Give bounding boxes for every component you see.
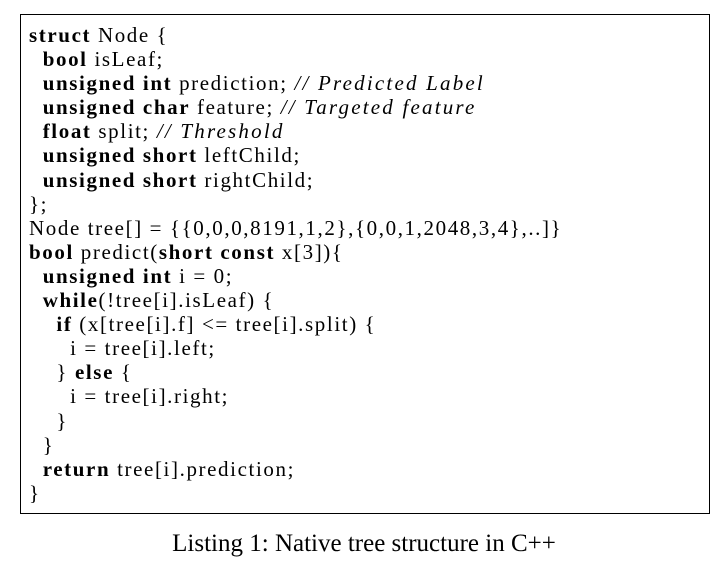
code-text: }	[29, 480, 41, 505]
code-line: i = tree[i].right;	[29, 384, 562, 408]
code-keyword: float	[42, 119, 92, 144]
code-keyword: unsigned short	[42, 143, 198, 168]
code-line: unsigned int prediction; // Predicted La…	[29, 71, 562, 95]
code-keyword: bool	[29, 239, 74, 264]
listing-caption: Listing 1: Native tree structure in C++	[172, 530, 556, 557]
code-text: Node tree[] = {{0,0,0,8191,1,2},{0,0,1,2…	[29, 215, 563, 240]
code-text: }	[29, 432, 55, 457]
code-line: unsigned short leftChild;	[29, 143, 562, 167]
code-keyword: unsigned int	[42, 263, 173, 288]
code-text: };	[29, 191, 49, 216]
code-keyword: return	[42, 456, 111, 481]
code-text: split;	[91, 119, 157, 144]
code-keyword: while	[42, 288, 99, 313]
code-line: if (x[tree[i].f] <= tree[i].split) {	[29, 312, 562, 336]
code-text: feature;	[190, 95, 281, 120]
code-text: Node {	[91, 23, 169, 47]
code-text: }	[29, 360, 75, 385]
code-comment: // Threshold	[156, 119, 285, 144]
code-keyword: unsigned int	[42, 71, 173, 96]
code-line: unsigned char feature; // Targeted featu…	[29, 95, 562, 119]
code-text: (x[tree[i].f] <= tree[i].split) {	[72, 312, 377, 337]
code-line: } else {	[29, 360, 562, 384]
code-text: prediction;	[172, 71, 295, 96]
code-listing-box: struct Node { bool isLeaf; unsigned int …	[20, 14, 710, 514]
code-line: unsigned short rightChild;	[29, 168, 562, 192]
code-text: predict(	[73, 239, 159, 264]
code-text: (!tree[i].isLeaf) {	[98, 288, 275, 313]
code-line: bool predict(short const x[3]){	[29, 240, 562, 264]
code-keyword: unsigned short	[42, 167, 198, 192]
code-line: i = tree[i].left;	[29, 336, 562, 360]
code-text: isLeaf;	[87, 47, 164, 72]
code-line: unsigned int i = 0;	[29, 264, 562, 288]
code-text: i = tree[i].right;	[29, 384, 230, 409]
code-keyword: bool	[42, 47, 88, 72]
code-keyword: if	[56, 312, 73, 337]
code-text: }	[29, 408, 69, 433]
code-text: i = tree[i].left;	[29, 336, 216, 361]
code-block: struct Node { bool isLeaf; unsigned int …	[29, 23, 562, 505]
code-line: }	[29, 409, 562, 433]
code-text: i = 0;	[172, 263, 234, 288]
code-line: Node tree[] = {{0,0,0,8191,1,2},{0,0,1,2…	[29, 216, 562, 240]
code-line: }	[29, 481, 562, 505]
code-keyword: else	[74, 360, 114, 385]
code-comment: // Predicted Label	[294, 71, 485, 96]
code-text: {	[114, 360, 133, 385]
code-text: rightChild;	[197, 167, 315, 192]
code-line: };	[29, 192, 562, 216]
code-line: float split; // Threshold	[29, 119, 562, 143]
code-keyword: unsigned char	[42, 95, 191, 120]
code-keyword: short const	[158, 239, 276, 264]
code-line: return tree[i].prediction;	[29, 457, 562, 481]
code-text: leftChild;	[197, 143, 301, 168]
code-line: }	[29, 433, 562, 457]
code-line: struct Node {	[29, 23, 562, 47]
code-text: x[3]){	[275, 239, 344, 264]
code-comment: // Targeted feature	[280, 95, 477, 120]
code-keyword: struct	[29, 23, 92, 47]
code-line: bool isLeaf;	[29, 47, 562, 71]
code-line: while(!tree[i].isLeaf) {	[29, 288, 562, 312]
code-text: tree[i].prediction;	[110, 456, 296, 481]
